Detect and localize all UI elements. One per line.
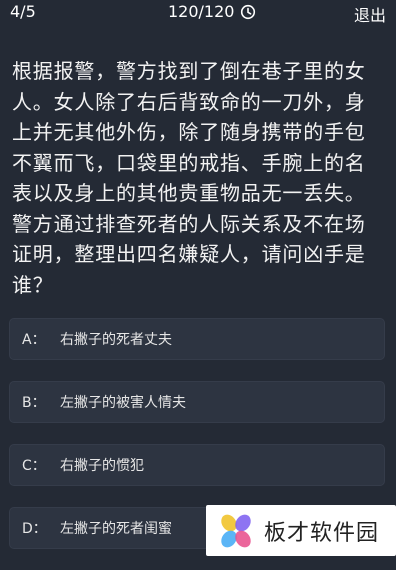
top-bar: 4/5 120/120 退出 (0, 0, 396, 26)
option-key: B： (22, 395, 46, 411)
timer-value: 120/120 (168, 2, 235, 21)
option-key: D： (22, 521, 47, 537)
option-a[interactable]: A： 右撇子的死者丈夫 (9, 318, 385, 360)
site-watermark: 板才软件园 (206, 505, 396, 556)
watermark-text: 板才软件园 (264, 520, 380, 546)
option-c[interactable]: C： 右撇子的惯犯 (9, 444, 385, 486)
question-progress: 4/5 (10, 2, 36, 21)
option-label: 右撇子的死者丈夫 (60, 332, 172, 348)
exit-button[interactable]: 退出 (354, 2, 386, 26)
question-text: 根据报警，警方找到了倒在巷子里的女人。女人除了右后背致命的一刀外，身上并无其他外… (12, 59, 366, 297)
option-key: C： (22, 458, 46, 474)
option-label: 右撇子的惯犯 (60, 458, 144, 474)
option-b[interactable]: B： 左撇子的被害人情夫 (9, 381, 385, 423)
watermark-logo-icon (221, 514, 251, 547)
option-label: 左撇子的被害人情夫 (60, 395, 186, 411)
countdown-timer: 120/120 (168, 2, 256, 21)
clock-icon (240, 4, 256, 20)
option-key: A： (22, 332, 46, 348)
